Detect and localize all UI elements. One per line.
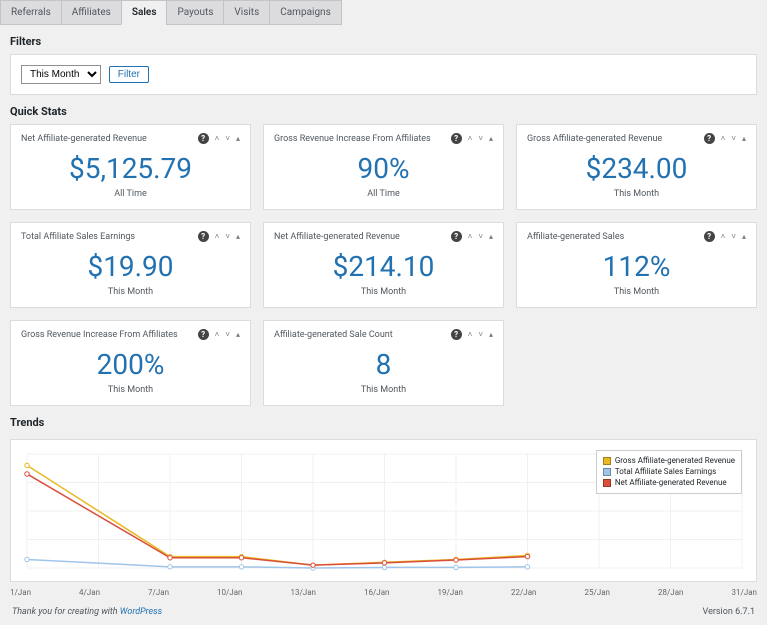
tab-affiliates[interactable]: Affiliates	[61, 0, 122, 25]
legend-label-net: Net Affiliate-generated Revenue	[615, 477, 727, 488]
toggle-icon[interactable]: ▴	[742, 233, 746, 241]
filter-button[interactable]: Filter	[109, 66, 149, 83]
trends-chart: Gross Affiliate-generated Revenue Total …	[10, 439, 757, 582]
toggle-icon[interactable]: ▴	[742, 135, 746, 143]
footer: Thank you for creating with WordPress Ve…	[0, 599, 767, 625]
chevron-down-icon[interactable]: ˅	[478, 233, 483, 241]
x-tick-label: 10/Jan	[217, 588, 242, 597]
stat-card: Gross Revenue Increase From Affiliates? ˄…	[263, 124, 504, 210]
filter-box: This Month Filter	[10, 54, 757, 95]
chart-legend: Gross Affiliate-generated Revenue Total …	[596, 450, 742, 494]
chevron-down-icon[interactable]: ˅	[478, 135, 483, 143]
help-icon[interactable]: ?	[704, 133, 715, 144]
tab-visits[interactable]: Visits	[223, 0, 270, 25]
card-title: Gross Revenue Increase From Affiliates	[21, 330, 198, 340]
card-title: Gross Revenue Increase From Affiliates	[274, 134, 451, 144]
stat-card: Gross Revenue Increase From Affiliates? ˄…	[10, 320, 251, 406]
tab-payouts[interactable]: Payouts	[166, 0, 224, 25]
chevron-down-icon[interactable]: ˅	[731, 135, 736, 143]
x-tick-label: 7/Jan	[148, 588, 169, 597]
toggle-icon[interactable]: ▴	[236, 331, 240, 339]
stat-card: Gross Affiliate-generated Revenue? ˄ ˅ ▴ $23…	[516, 124, 757, 210]
help-icon[interactable]: ?	[198, 329, 209, 340]
toggle-icon[interactable]: ▴	[489, 331, 493, 339]
card-value: 112%	[517, 250, 756, 287]
card-title: Total Affiliate Sales Earnings	[21, 232, 198, 242]
chevron-down-icon[interactable]: ˅	[225, 331, 230, 339]
stat-card: Total Affiliate Sales Earnings? ˄ ˅ ▴ $19.90…	[10, 222, 251, 308]
chevron-up-icon[interactable]: ˄	[215, 135, 220, 143]
card-value: $214.10	[264, 250, 503, 287]
x-tick-label: 4/Jan	[79, 588, 100, 597]
chart-x-axis: 1/Jan 4/Jan 7/Jan 10/Jan 13/Jan 16/Jan 19/Jan 2…	[0, 588, 767, 599]
x-tick-label: 19/Jan	[438, 588, 463, 597]
toggle-icon[interactable]: ▴	[236, 135, 240, 143]
chevron-up-icon[interactable]: ˄	[721, 135, 726, 143]
help-icon[interactable]: ?	[451, 231, 462, 242]
card-subtext: This Month	[517, 287, 756, 307]
card-subtext: All Time	[11, 189, 250, 209]
card-subtext: This Month	[264, 287, 503, 307]
version-label: Version 6.7.1	[703, 607, 755, 617]
filter-period-select[interactable]: This Month	[21, 65, 101, 84]
card-subtext: All Time	[264, 189, 503, 209]
help-icon[interactable]: ?	[198, 133, 209, 144]
wordpress-link[interactable]: WordPress	[120, 607, 162, 617]
quick-stats-title: Quick Stats	[10, 105, 767, 118]
x-tick-label: 22/Jan	[511, 588, 536, 597]
legend-swatch-total	[603, 468, 611, 476]
card-value: 8	[264, 348, 503, 385]
help-icon[interactable]: ?	[198, 231, 209, 242]
card-value: 200%	[11, 348, 250, 385]
legend-swatch-gross	[603, 457, 611, 465]
card-subtext: This Month	[517, 189, 756, 209]
card-title: Affiliate-generated Sales	[527, 232, 704, 242]
chevron-down-icon[interactable]: ˅	[225, 135, 230, 143]
chevron-up-icon[interactable]: ˄	[215, 331, 220, 339]
x-tick-label: 31/Jan	[732, 588, 757, 597]
card-title: Affiliate-generated Sale Count	[274, 330, 451, 340]
x-tick-label: 28/Jan	[658, 588, 683, 597]
stat-card: Affiliate-generated Sales? ˄ ˅ ▴ 112%This Mo…	[516, 222, 757, 308]
legend-label-total: Total Affiliate Sales Earnings	[615, 466, 716, 477]
chevron-up-icon[interactable]: ˄	[468, 331, 473, 339]
chevron-up-icon[interactable]: ˄	[468, 135, 473, 143]
stat-card: Affiliate-generated Sale Count? ˄ ˅ ▴ 8This …	[263, 320, 504, 406]
trends-title: Trends	[10, 416, 767, 429]
card-value: $5,125.79	[11, 152, 250, 189]
chevron-down-icon[interactable]: ˅	[478, 331, 483, 339]
card-value: $19.90	[11, 250, 250, 287]
legend-swatch-net	[603, 479, 611, 487]
x-tick-label: 13/Jan	[291, 588, 316, 597]
x-tick-label: 1/Jan	[10, 588, 31, 597]
card-value: 90%	[264, 152, 503, 189]
x-tick-label: 25/Jan	[585, 588, 610, 597]
card-title: Net Affiliate-generated Revenue	[274, 232, 451, 242]
card-subtext: This Month	[11, 287, 250, 307]
toggle-icon[interactable]: ▴	[489, 135, 493, 143]
stat-card: Net Affiliate-generated Revenue? ˄ ˅ ▴ $214.…	[263, 222, 504, 308]
card-subtext: This Month	[264, 385, 503, 405]
tab-sales[interactable]: Sales	[121, 0, 168, 25]
card-subtext: This Month	[11, 385, 250, 405]
help-icon[interactable]: ?	[704, 231, 715, 242]
legend-label-gross: Gross Affiliate-generated Revenue	[615, 455, 735, 466]
toggle-icon[interactable]: ▴	[489, 233, 493, 241]
card-title: Gross Affiliate-generated Revenue	[527, 134, 704, 144]
tab-campaigns[interactable]: Campaigns	[269, 0, 342, 25]
help-icon[interactable]: ?	[451, 133, 462, 144]
chevron-down-icon[interactable]: ˅	[225, 233, 230, 241]
chevron-up-icon[interactable]: ˄	[215, 233, 220, 241]
tab-referrals[interactable]: Referrals	[0, 0, 62, 25]
chevron-up-icon[interactable]: ˄	[468, 233, 473, 241]
help-icon[interactable]: ?	[451, 329, 462, 340]
stat-card: Net Affiliate-generated Revenue? ˄ ˅ ▴ $5,12…	[10, 124, 251, 210]
card-value: $234.00	[517, 152, 756, 189]
chevron-up-icon[interactable]: ˄	[721, 233, 726, 241]
card-title: Net Affiliate-generated Revenue	[21, 134, 198, 144]
chevron-down-icon[interactable]: ˅	[731, 233, 736, 241]
toggle-icon[interactable]: ▴	[236, 233, 240, 241]
filters-title: Filters	[10, 35, 767, 48]
x-tick-label: 16/Jan	[364, 588, 389, 597]
